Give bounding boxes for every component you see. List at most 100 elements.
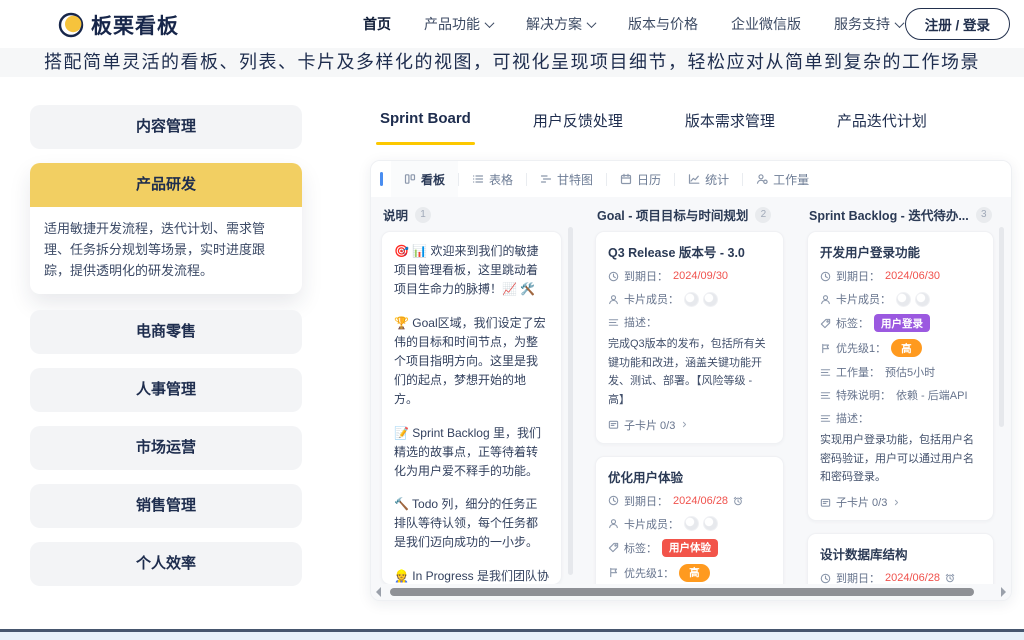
tab-3[interactable]: 产品迭代计划 [837, 110, 927, 145]
field-label: 优先级1： [836, 340, 886, 356]
nav-item-2[interactable]: 解决方案 [526, 14, 595, 34]
card-title: 开发用户登录功能 [820, 242, 981, 261]
view-5[interactable]: 工作量 [743, 161, 822, 197]
card-field: 卡片成员： [608, 516, 771, 532]
note-paragraph: 🔨 Todo 列，细分的任务正排队等待认领，每个任务都是我们迈向成功的一小步。 [394, 495, 549, 552]
subcards-toggle[interactable]: 子卡片 0/3 [820, 494, 981, 510]
vertical-scrollbar-track[interactable] [999, 227, 1004, 427]
nav-item-5[interactable]: 服务支持 [834, 14, 903, 34]
view-4[interactable]: 统计 [675, 161, 742, 197]
kanban-card[interactable]: 🎯 📊 欢迎来到我们的敏捷项目管理看板，这里跳动着项目生命力的脉搏！📈 🛠️🏆 … [381, 231, 562, 585]
kanban-board-widget: 看板表格甘特图日历统计工作量 说明1🎯 📊 欢迎来到我们的敏捷项目管理看板，这里… [370, 160, 1012, 601]
column-header: 说明1 [381, 197, 562, 231]
sidebar-item-active-wrap: 产品研发适用敏捷开发流程，迭代计划、需求管理、任务拆分规划等场景，实时进度跟踪，… [30, 163, 302, 294]
chevron-down-icon [485, 18, 495, 28]
sidebar-item-1[interactable]: 产品研发 [30, 163, 302, 207]
nav-item-1[interactable]: 产品功能 [424, 14, 493, 34]
view-2[interactable]: 甘特图 [527, 161, 606, 197]
nav-item-4[interactable]: 企业微信版 [731, 14, 801, 34]
card-title: 设计数据库结构 [820, 544, 981, 563]
view-3[interactable]: 日历 [607, 161, 674, 197]
tab-0[interactable]: Sprint Board [380, 110, 471, 145]
main-nav: 首页 产品功能 解决方案 版本与价格 企业微信版 服务支持 [363, 0, 903, 48]
logo-text: 板栗看板 [91, 10, 179, 40]
card-field: 描述： [820, 410, 981, 426]
field-label: 到期日： [624, 493, 668, 509]
avatar [684, 516, 699, 531]
kanban-column-1: Goal - 项目目标与时间规划2Q3 Release 版本号 - 3.0到期日… [595, 197, 784, 600]
active-view-accent-bar [380, 172, 383, 186]
sidebar-item-0[interactable]: 内容管理 [30, 105, 302, 149]
view-1[interactable]: 表格 [459, 161, 526, 197]
due-date: 2024/06/30 [885, 270, 940, 282]
field-label: 描述： [836, 410, 869, 426]
tag-icon [820, 318, 831, 329]
stats-icon [688, 173, 700, 185]
kanban-card[interactable]: 开发用户登录功能到期日： 2024/06/30 卡片成员： 标签： 用户登录优先级1： 高… [807, 231, 994, 521]
chevron-right-icon [680, 420, 689, 429]
field-value: 预估5小时 [885, 364, 935, 380]
sidebar: 内容管理产品研发适用敏捷开发流程，迭代计划、需求管理、任务拆分规划等场景，实时进… [30, 105, 302, 600]
footer-strip [0, 632, 1024, 640]
alarm-icon [733, 496, 743, 506]
signup-login-button[interactable]: 注册 / 登录 [905, 8, 1010, 40]
note-paragraph: 📝 Sprint Backlog 里，我们精选的故事点，正等待着转化为用户爱不释… [394, 424, 549, 481]
lines-icon [820, 390, 831, 401]
tab-2[interactable]: 版本需求管理 [685, 110, 775, 145]
horizontal-scrollbar[interactable] [372, 584, 1010, 600]
flag-icon [608, 567, 619, 578]
sidebar-item-6[interactable]: 个人效率 [30, 542, 302, 586]
sidebar-item-3[interactable]: 人事管理 [30, 368, 302, 412]
subcard-icon [608, 419, 619, 430]
hero-subtitle: 搭配简单灵活的看板、列表、卡片及多样化的视图，可视化呈现项目细节，轻松应对从简单… [0, 48, 1024, 77]
vertical-scrollbar-track[interactable] [568, 227, 573, 575]
field-label: 标签： [836, 315, 869, 331]
priority-badge: 高 [679, 564, 710, 582]
card-field: 标签：用户体验 [608, 539, 771, 557]
avatar [915, 292, 930, 307]
clock-icon [608, 271, 619, 282]
kanban-column-0: 说明1🎯 📊 欢迎来到我们的敏捷项目管理看板，这里跳动着项目生命力的脉搏！📈 🛠… [381, 197, 562, 600]
kanban-card[interactable]: 优化用户体验到期日：2024/06/28卡片成员：标签：用户体验优先级1：高描述… [595, 456, 784, 601]
chevron-right-icon [892, 498, 901, 507]
column-header: Goal - 项目目标与时间规划2 [595, 197, 784, 231]
nav-item-0[interactable]: 首页 [363, 14, 391, 34]
due-date: 2024/06/28 [673, 495, 728, 507]
nav-item-3[interactable]: 版本与价格 [628, 14, 698, 34]
board-body: 说明1🎯 📊 欢迎来到我们的敏捷项目管理看板，这里跳动着项目生命力的脉搏！📈 🛠… [371, 197, 1011, 600]
sidebar-item-5[interactable]: 销售管理 [30, 484, 302, 528]
field-label: 工作量： [836, 364, 880, 380]
field-label: 特殊说明： [836, 387, 891, 403]
scroll-right-arrow[interactable] [1001, 587, 1006, 597]
kanban-column-2: Sprint Backlog - 迭代待办...3开发用户登录功能到期日：202… [807, 197, 994, 600]
sidebar-item-2[interactable]: 电商零售 [30, 310, 302, 354]
scroll-left-arrow[interactable] [376, 587, 381, 597]
field-label: 到期日： [836, 268, 880, 284]
table-icon [472, 173, 484, 185]
scrollbar-thumb[interactable] [390, 588, 974, 596]
kanban-card[interactable]: Q3 Release 版本号 - 3.0到期日：2024/09/30卡片成员：描… [595, 231, 784, 444]
field-label: 标签： [624, 540, 657, 556]
column-count-badge: 2 [755, 207, 771, 223]
tag-icon [608, 542, 619, 553]
logo[interactable]: 板栗看板 [58, 10, 179, 40]
priority-badge: 高 [891, 339, 922, 357]
field-label: 优先级1： [624, 565, 674, 581]
lines-icon [820, 413, 831, 424]
avatar [703, 292, 718, 307]
view-0[interactable]: 看板 [391, 161, 458, 197]
card-field: 卡片成员： [820, 291, 981, 307]
tab-1[interactable]: 用户反馈处理 [533, 110, 623, 145]
tag-badge: 用户登录 [874, 314, 930, 332]
card-title: 优化用户体验 [608, 467, 771, 486]
subcards-toggle[interactable]: 子卡片 0/3 [608, 417, 771, 433]
card-field: 特殊说明： 依赖 - 后端API [820, 387, 981, 403]
top-navigation: 板栗看板 首页 产品功能 解决方案 版本与价格 企业微信版 服务支持 注册 / 登录 [0, 0, 1024, 48]
logo-icon [58, 12, 84, 38]
field-value: 依赖 - 后端API [896, 387, 968, 403]
card-field: 到期日：2024/09/30 [608, 268, 771, 284]
field-label: 描述： [624, 314, 657, 330]
lines-icon [820, 367, 831, 378]
sidebar-item-4[interactable]: 市场运营 [30, 426, 302, 470]
gantt-icon [540, 173, 552, 185]
